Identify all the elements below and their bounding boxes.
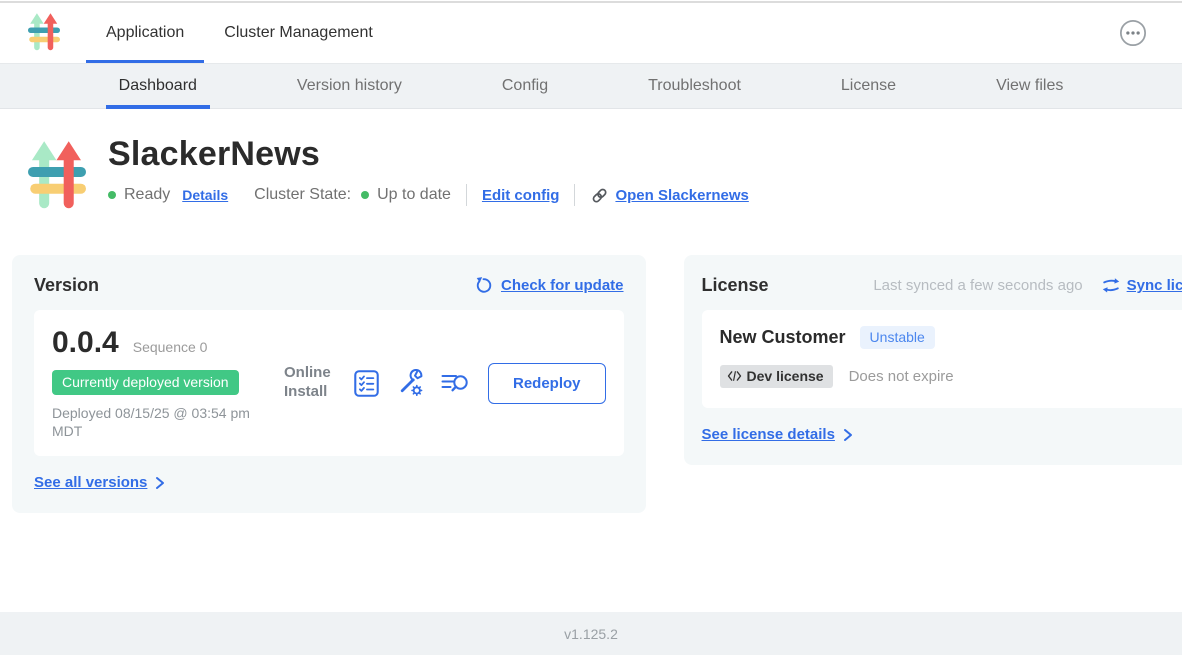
subnav-view-files-label: View files	[996, 77, 1063, 95]
app-status-row: Ready Details Cluster State: Up to date …	[108, 184, 749, 206]
customer-name: New Customer	[720, 327, 846, 348]
cluster-state-value: Up to date	[377, 186, 451, 204]
more-menu-button[interactable]	[1118, 18, 1148, 48]
subnav-troubleshoot-label: Troubleshoot	[648, 77, 741, 95]
console-footer: v1.125.2	[0, 612, 1182, 655]
license-expiry: Does not expire	[849, 368, 954, 385]
redeploy-button[interactable]: Redeploy	[488, 363, 606, 404]
divider	[466, 184, 467, 206]
config-wrench-icon	[396, 369, 424, 397]
see-all-versions-link[interactable]: See all versions	[34, 474, 624, 491]
tab-cluster-management-label: Cluster Management	[224, 24, 373, 42]
license-panel: New Customer Unstable Dev license Does n…	[702, 310, 1182, 408]
channel-badge: Unstable	[860, 326, 935, 349]
console-version: v1.125.2	[564, 626, 618, 642]
subnav-license-label: License	[841, 77, 896, 95]
subnav-item-dashboard[interactable]: Dashboard	[106, 64, 210, 108]
license-type-badge: Dev license	[720, 365, 833, 388]
sync-license-label: Sync license	[1127, 277, 1182, 294]
page-title: SlackerNews	[108, 135, 749, 174]
subnav-version-history-label: Version history	[297, 77, 402, 95]
preflight-checks-button[interactable]	[354, 370, 379, 397]
current-version-panel: 0.0.4 Sequence 0 Currently deployed vers…	[34, 310, 624, 456]
see-license-details-label: See license details	[702, 426, 835, 443]
version-card-title: Version	[34, 275, 99, 296]
subnav-item-view-files[interactable]: View files	[983, 64, 1076, 108]
version-card: Version Check for update 0.0.4 Sequence …	[12, 255, 646, 513]
see-all-versions-label: See all versions	[34, 474, 147, 491]
see-license-details-link[interactable]: See license details	[702, 426, 1182, 443]
version-number: 0.0.4	[52, 326, 119, 360]
divider	[574, 184, 575, 206]
check-for-update-link[interactable]: Check for update	[474, 276, 624, 295]
last-synced-text: Last synced a few seconds ago	[873, 277, 1082, 294]
dashboard-cards: Version Check for update 0.0.4 Sequence …	[0, 215, 1182, 513]
refresh-icon	[474, 276, 493, 295]
sync-license-link[interactable]: Sync license	[1101, 277, 1182, 294]
app-status-dot	[108, 191, 116, 199]
deployed-status-badge: Currently deployed version	[52, 370, 239, 395]
check-for-update-label: Check for update	[501, 277, 624, 294]
subnav-item-license[interactable]: License	[828, 64, 909, 108]
cluster-state-dot	[361, 191, 369, 199]
admin-console-page: Application Cluster Management Dashboard…	[0, 0, 1182, 655]
app-sub-nav: Dashboard Version history Config Trouble…	[0, 63, 1182, 109]
cluster-state-label: Cluster State:	[254, 186, 351, 204]
tab-application[interactable]: Application	[86, 3, 204, 63]
license-card: License Last synced a few seconds ago Sy…	[684, 255, 1182, 465]
app-logo-small	[28, 3, 60, 63]
subnav-item-config[interactable]: Config	[489, 64, 561, 108]
subnav-dashboard-label: Dashboard	[119, 77, 197, 95]
preflight-checks-icon	[354, 370, 379, 397]
tab-application-label: Application	[106, 24, 184, 42]
app-status-text: Ready	[124, 186, 170, 204]
subnav-item-troubleshoot[interactable]: Troubleshoot	[635, 64, 754, 108]
app-logo-large	[28, 139, 86, 215]
open-app-link-label: Open Slackernews	[615, 187, 748, 204]
top-nav-spacer	[393, 3, 1118, 63]
link-icon	[590, 186, 609, 205]
app-header: SlackerNews Ready Details Cluster State:…	[0, 109, 1182, 215]
open-app-link[interactable]: Open Slackernews	[590, 186, 748, 205]
status-details-link[interactable]: Details	[182, 187, 228, 203]
version-action-icons	[354, 369, 470, 397]
slackernews-logo-icon	[28, 12, 60, 54]
edit-config-link[interactable]: Edit config	[482, 187, 560, 204]
tab-cluster-management[interactable]: Cluster Management	[204, 3, 393, 63]
code-icon	[727, 370, 742, 382]
edit-config-button[interactable]	[396, 369, 424, 397]
view-logs-icon	[441, 371, 470, 396]
version-sequence: Sequence 0	[133, 339, 208, 355]
slackernews-logo-icon-large	[28, 139, 86, 215]
sync-arrows-icon	[1101, 277, 1121, 294]
view-logs-button[interactable]	[441, 371, 470, 396]
ellipsis-circle-icon	[1119, 19, 1147, 47]
license-type-label: Dev license	[747, 368, 824, 384]
subnav-config-label: Config	[502, 77, 548, 95]
top-nav-tabs: Application Cluster Management	[86, 3, 393, 63]
chevron-right-icon	[155, 476, 165, 490]
install-type-label: Online Install	[284, 364, 336, 402]
chevron-right-icon	[843, 428, 853, 442]
deployed-timestamp: Deployed 08/15/25 @ 03:54 pm MDT	[52, 404, 267, 440]
license-card-title: License	[702, 275, 769, 296]
subnav-item-version-history[interactable]: Version history	[284, 64, 415, 108]
top-nav: Application Cluster Management	[0, 3, 1182, 63]
